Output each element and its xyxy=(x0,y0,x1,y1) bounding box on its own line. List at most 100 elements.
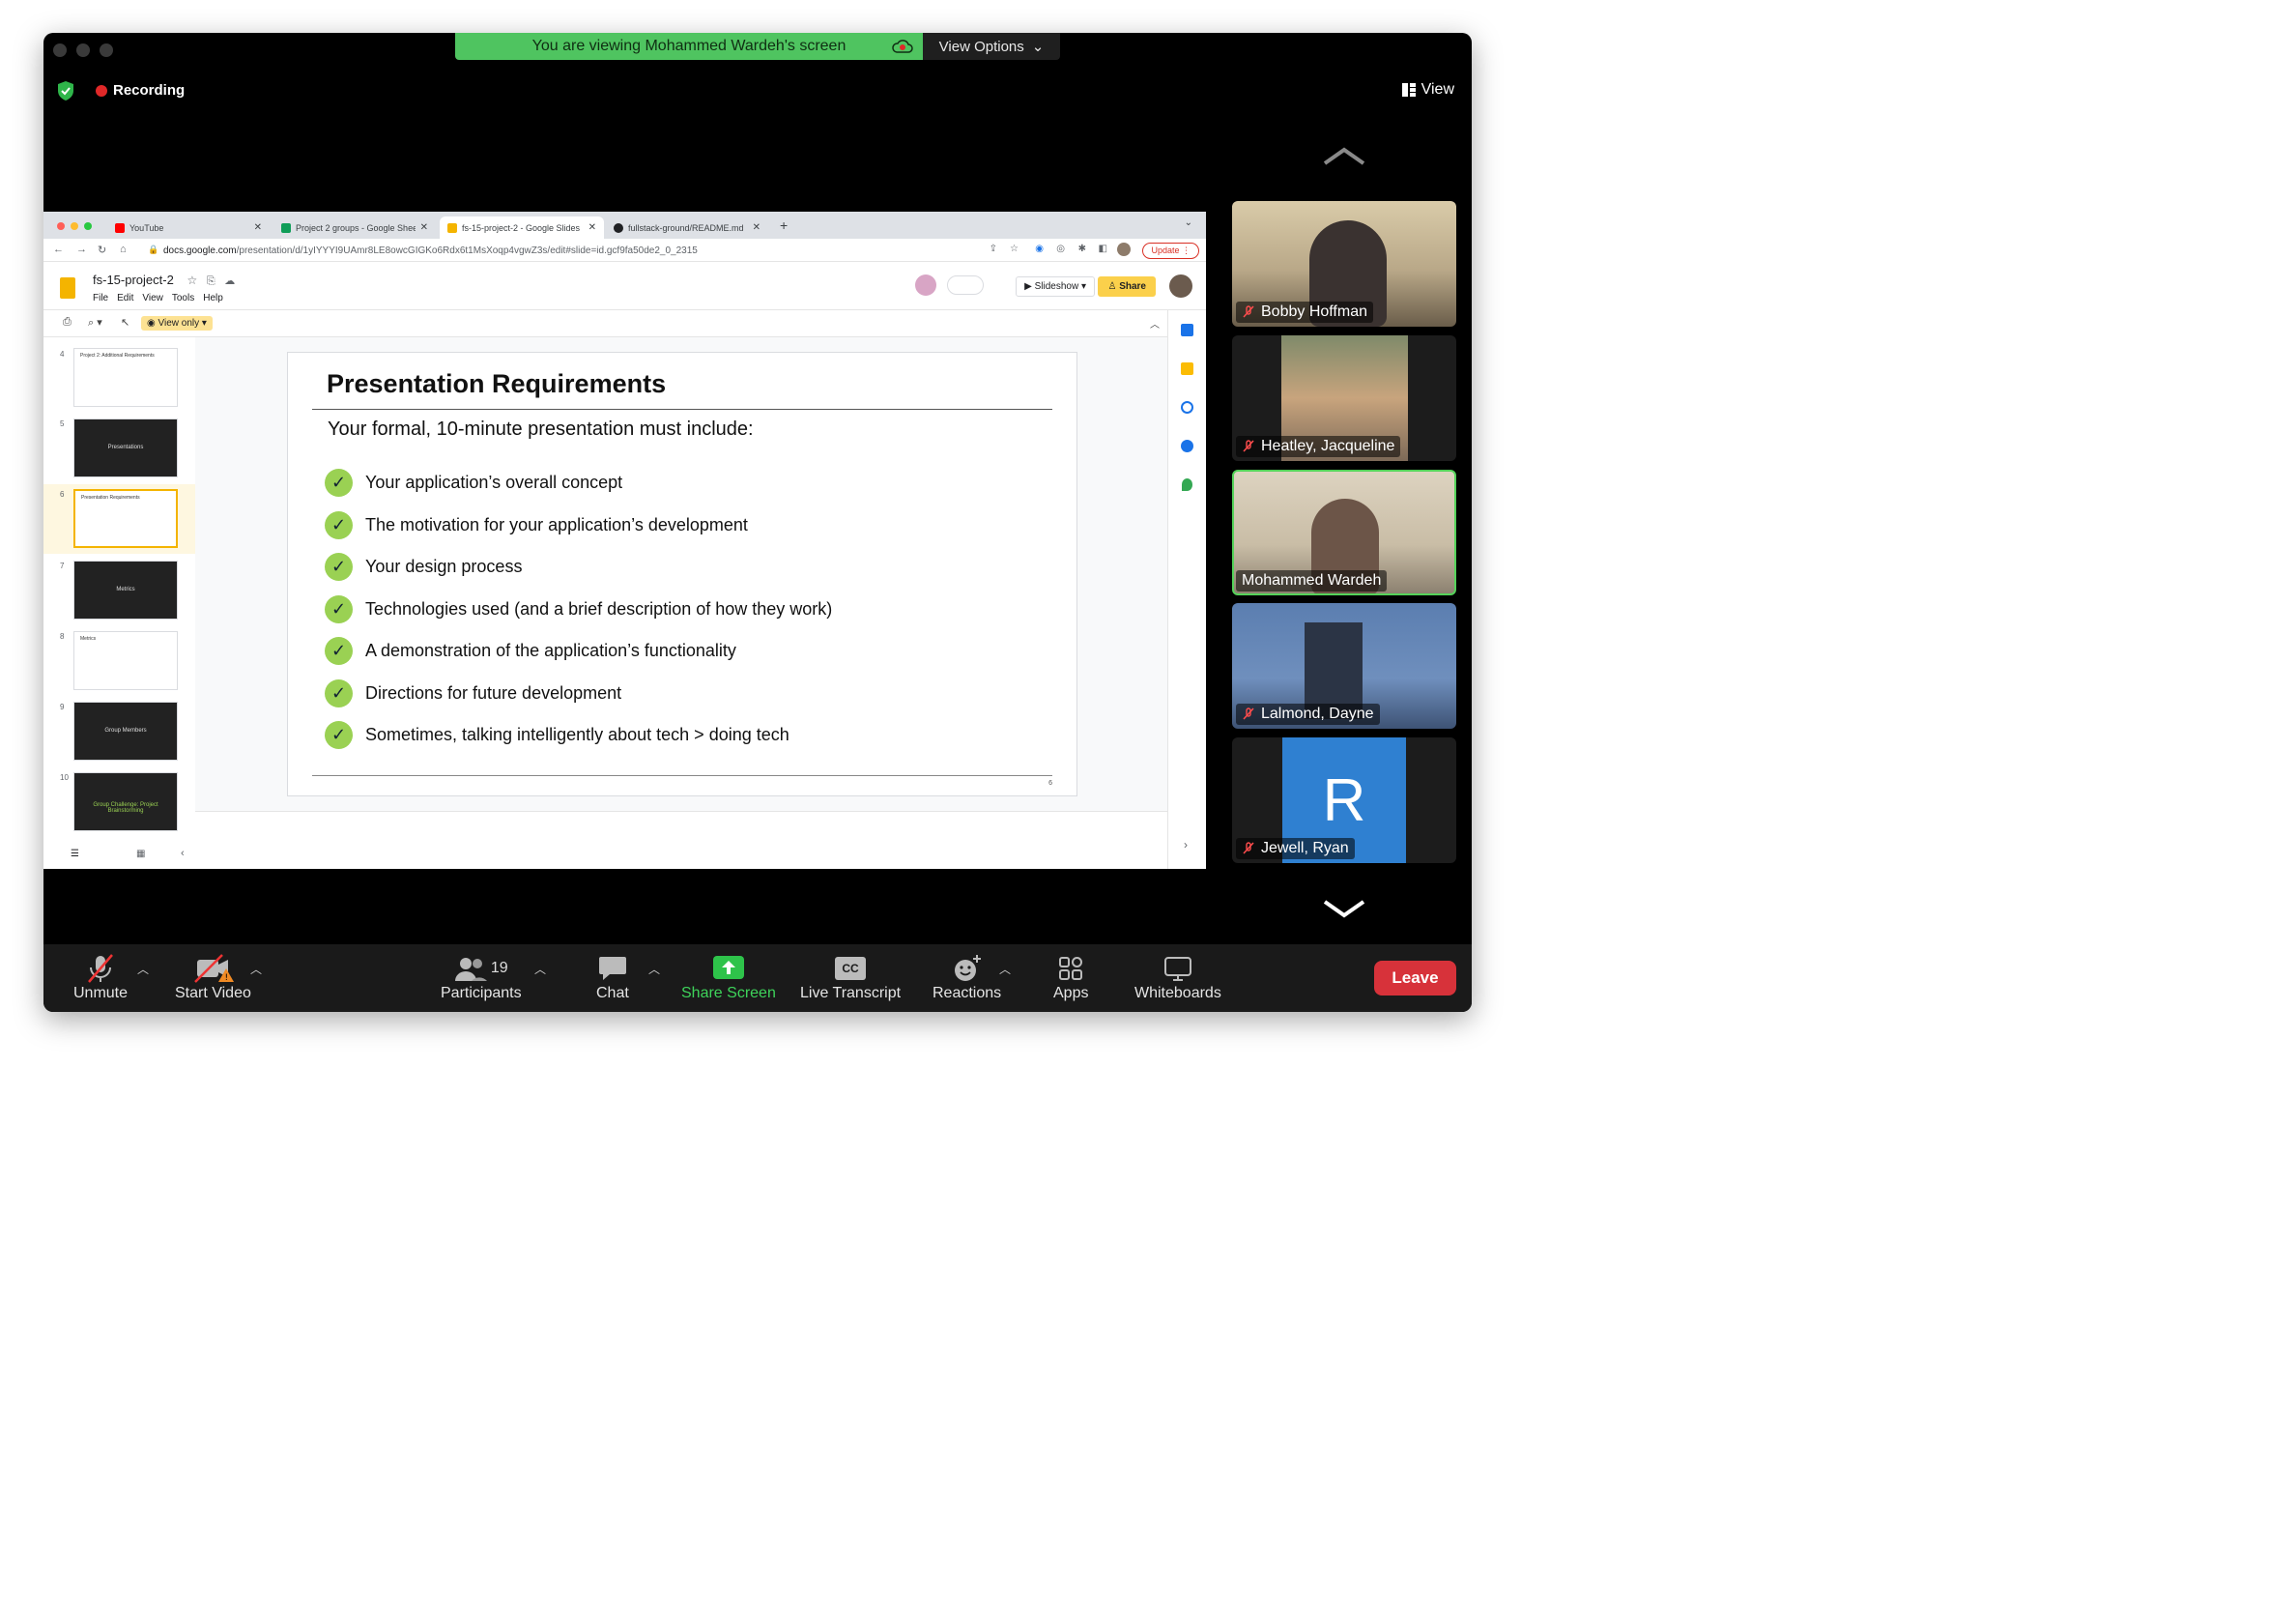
grid-view-icon[interactable]: ▦ xyxy=(136,849,145,859)
participant-tile-jacqueline[interactable]: Heatley, Jacqueline xyxy=(1232,335,1456,461)
menu-tools[interactable]: Tools xyxy=(172,293,194,303)
expand-panel-chevron-icon[interactable]: › xyxy=(1184,838,1188,851)
apps-button[interactable]: Apps xyxy=(1053,952,1088,1002)
new-tab-icon[interactable]: + xyxy=(780,217,788,233)
browser-tab-youtube[interactable]: YouTube ✕ xyxy=(107,216,270,239)
home-icon[interactable]: ⌂ xyxy=(120,244,127,255)
share-page-icon[interactable]: ⇪ xyxy=(990,244,997,254)
participant-tile-ryan[interactable]: R Jewell, Ryan xyxy=(1232,737,1456,863)
live-transcript-label: Live Transcript xyxy=(800,985,902,1001)
slide-thumbnail[interactable]: Group Challenge: Project Brainstorming xyxy=(73,772,178,831)
security-shield-icon[interactable] xyxy=(56,80,75,101)
forward-arrow-icon[interactable]: → xyxy=(76,244,87,255)
audio-options-chevron-icon[interactable]: ︿ xyxy=(137,961,149,977)
meet-call-icon[interactable] xyxy=(947,275,984,295)
keep-icon[interactable] xyxy=(1181,362,1193,375)
maximize-window-button[interactable] xyxy=(100,43,113,57)
reactions-button[interactable]: Reactions xyxy=(933,952,1001,1002)
maps-icon[interactable] xyxy=(1182,478,1192,491)
slide-thumbnail[interactable]: Presentation Requirements xyxy=(73,489,178,548)
participants-options-chevron-icon[interactable]: ︿ xyxy=(534,961,546,977)
back-arrow-icon[interactable]: ← xyxy=(53,244,64,255)
google-slides-logo-icon[interactable] xyxy=(60,277,75,299)
slide-thumbnail[interactable]: Metrics xyxy=(73,631,178,690)
browser-maximize-button[interactable] xyxy=(84,222,92,230)
share-screen-button[interactable]: Share Screen xyxy=(681,952,776,1002)
view-layout-button[interactable]: View xyxy=(1401,81,1454,99)
slide-thumbnail[interactable]: Presentations xyxy=(73,418,178,477)
scroll-up-chevron-icon[interactable] xyxy=(1321,144,1367,167)
browser-minimize-button[interactable] xyxy=(71,222,78,230)
close-tab-icon[interactable]: ✕ xyxy=(254,222,262,233)
thumbnail-slide-6[interactable]: 6 Presentation Requirements xyxy=(43,484,195,554)
recording-indicator[interactable]: Recording xyxy=(96,82,185,99)
participant-tile-bobby[interactable]: Bobby Hoffman xyxy=(1232,201,1456,327)
unmute-label: Unmute xyxy=(73,985,129,1001)
select-cursor-icon[interactable]: ↖ xyxy=(121,316,129,329)
chat-options-chevron-icon[interactable]: ︿ xyxy=(648,961,660,977)
collapse-toolbar-chevron-icon[interactable]: ︿ xyxy=(1150,316,1160,331)
tab-search-chevron-icon[interactable]: ⌄ xyxy=(1185,217,1192,228)
live-transcript-button[interactable]: CC Live Transcript xyxy=(800,952,901,1002)
contacts-icon[interactable] xyxy=(1181,440,1193,452)
view-options-button[interactable]: View Options ⌄ xyxy=(923,33,1060,60)
list-item: ✓ Your design process xyxy=(325,546,832,589)
share-button[interactable]: ♙ Share xyxy=(1098,276,1156,297)
bookmark-star-icon[interactable]: ☆ xyxy=(1010,244,1019,254)
move-folder-icon[interactable]: ⎘ xyxy=(207,275,215,287)
collaborator-avatar[interactable] xyxy=(915,274,936,296)
menu-help[interactable]: Help xyxy=(203,293,223,303)
browser-tab-sheets[interactable]: Project 2 groups - Google Sheets ✕ xyxy=(273,216,436,239)
window-controls xyxy=(53,43,113,57)
scroll-down-chevron-icon[interactable] xyxy=(1321,898,1367,921)
close-window-button[interactable] xyxy=(53,43,67,57)
browser-tab-slides[interactable]: fs-15-project-2 - Google Slides ✕ xyxy=(440,216,604,239)
cloud-saved-icon[interactable]: ☁ xyxy=(224,275,235,287)
menu-view[interactable]: View xyxy=(142,293,163,303)
update-button[interactable]: Update ⋮ xyxy=(1142,243,1199,259)
close-tab-icon[interactable]: ✕ xyxy=(588,222,596,233)
list-item-text: A demonstration of the application’s fun… xyxy=(365,641,736,661)
slide-thumbnail[interactable]: Group Members xyxy=(73,702,178,761)
minimize-window-button[interactable] xyxy=(76,43,90,57)
account-avatar[interactable] xyxy=(1169,274,1192,298)
lock-icon[interactable]: 🔒 xyxy=(148,245,158,255)
star-icon[interactable]: ☆ xyxy=(187,274,197,287)
collapse-panel-chevron-icon[interactable]: ‹ xyxy=(181,848,185,859)
extension-icon[interactable]: ◎ xyxy=(1056,244,1065,254)
participant-tile-mohammed[interactable]: Mohammed Wardeh xyxy=(1232,470,1456,595)
menu-edit[interactable]: Edit xyxy=(117,293,133,303)
participant-tile-dayne[interactable]: Lalmond, Dayne xyxy=(1232,603,1456,729)
url-field[interactable]: docs.google.com/presentation/d/1yIYYYI9U… xyxy=(163,245,698,256)
side-panel-icon[interactable]: ◧ xyxy=(1099,244,1107,254)
zoom-icon[interactable]: ⌕ ▾ xyxy=(88,316,102,330)
extension-icon[interactable]: ◉ xyxy=(1035,244,1044,254)
unmute-button[interactable]: Unmute xyxy=(73,952,128,1002)
leave-button[interactable]: Leave xyxy=(1374,961,1456,996)
view-only-button[interactable]: ◉ View only ▾ xyxy=(141,316,213,331)
menu-file[interactable]: File xyxy=(93,293,108,303)
video-options-chevron-icon[interactable]: ︿ xyxy=(250,961,262,977)
profile-avatar[interactable] xyxy=(1117,243,1131,256)
document-title[interactable]: fs-15-project-2 ☆ ⎘ ☁ xyxy=(93,273,235,288)
speaker-notes-area[interactable] xyxy=(195,811,1167,869)
chat-button[interactable]: Chat xyxy=(596,952,629,1002)
browser-tab-github[interactable]: fullstack-ground/README.md ✕ xyxy=(606,216,768,239)
start-video-label: Start Video xyxy=(175,985,251,1001)
start-video-button[interactable]: ! Start Video xyxy=(175,952,251,1002)
filmstrip-view-icon[interactable]: ☰ xyxy=(71,849,79,859)
close-tab-icon[interactable]: ✕ xyxy=(753,222,761,233)
slide-thumbnail[interactable]: Metrics xyxy=(73,561,178,620)
reload-icon[interactable]: ↻ xyxy=(98,244,106,256)
tasks-icon[interactable] xyxy=(1181,401,1193,414)
print-icon[interactable]: ⎙ xyxy=(63,316,72,329)
close-tab-icon[interactable]: ✕ xyxy=(420,222,428,233)
browser-close-button[interactable] xyxy=(57,222,65,230)
slideshow-button[interactable]: ▶ Slideshow ▾ xyxy=(1016,276,1095,297)
extensions-puzzle-icon[interactable]: ✱ xyxy=(1078,244,1086,254)
calendar-icon[interactable] xyxy=(1181,324,1193,336)
whiteboards-button[interactable]: Whiteboards xyxy=(1134,952,1221,1002)
participants-button[interactable]: 19 Participants xyxy=(441,952,522,1002)
slide-thumbnail[interactable]: Project 2: Additional Requirements xyxy=(73,348,178,407)
reactions-options-chevron-icon[interactable]: ︿ xyxy=(999,961,1011,977)
